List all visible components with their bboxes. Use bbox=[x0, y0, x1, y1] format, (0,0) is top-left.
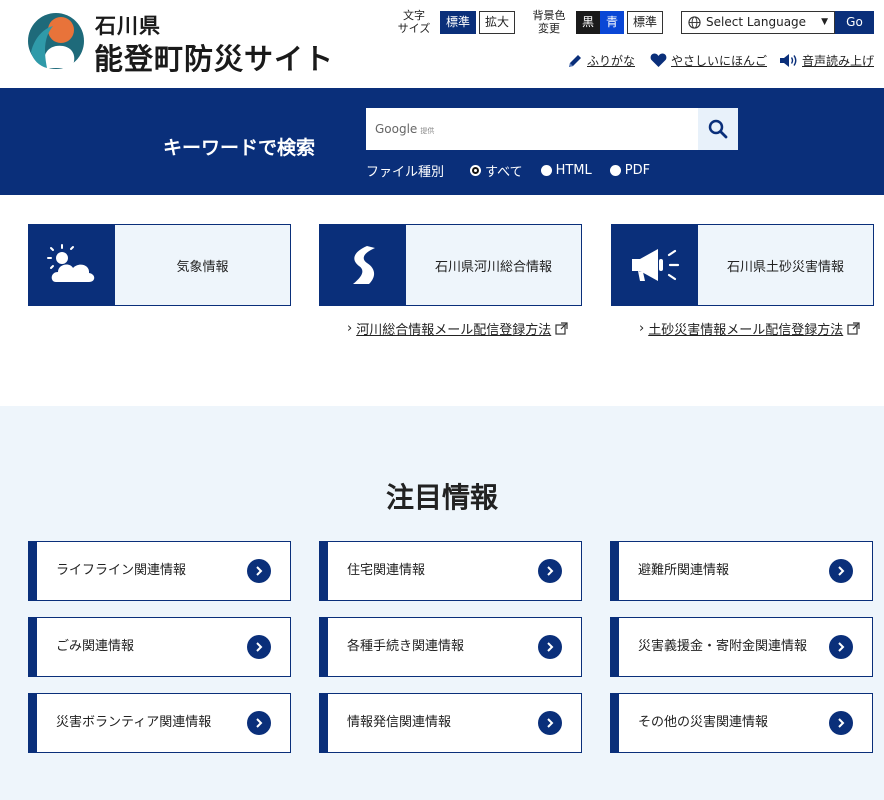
bg-standard-button[interactable]: 標準 bbox=[627, 11, 663, 34]
chevron-down-icon: ▼ bbox=[821, 17, 828, 27]
arrow-right-icon bbox=[538, 559, 562, 583]
furigana-label: ふりがな bbox=[587, 54, 636, 68]
search-input[interactable]: Google 提供 bbox=[366, 108, 698, 150]
globe-icon bbox=[688, 16, 701, 29]
language-select[interactable]: Select Language ▼ bbox=[681, 11, 835, 34]
weather-icon bbox=[47, 244, 95, 282]
search-button[interactable] bbox=[698, 108, 738, 150]
arrow-right-icon bbox=[829, 711, 853, 735]
language-select-label: Select Language bbox=[706, 15, 807, 29]
landslide-mail-registration-link[interactable]: › 土砂災害情報メール配信登録方法 bbox=[639, 319, 860, 338]
river-mail-registration-link[interactable]: › 河川総合情報メール配信登録方法 bbox=[347, 319, 568, 338]
furigana-link[interactable]: ふりがな bbox=[567, 52, 635, 69]
language-go-button[interactable]: Go bbox=[835, 11, 874, 34]
radio-checked-icon bbox=[470, 165, 482, 176]
bg-blue-button[interactable]: 青 bbox=[600, 11, 624, 34]
search-section: キーワードで検索 Google 提供 ファイル種別 すべて HTML PDF bbox=[0, 88, 884, 195]
chevron-right-icon: › bbox=[639, 321, 645, 336]
featured-item-other[interactable]: その他の災害関連情報 bbox=[610, 693, 873, 753]
featured-item-volunteer[interactable]: 災害ボランティア関連情報 bbox=[28, 693, 291, 753]
river-info-label: 石川県河川総合情報 bbox=[434, 259, 552, 275]
arrow-right-icon bbox=[538, 711, 562, 735]
featured-item-garbage[interactable]: ごみ関連情報 bbox=[28, 617, 291, 677]
font-size-label: 文字 サイズ bbox=[397, 9, 431, 35]
featured-item-donations[interactable]: 災害義援金・寄附金関連情報 bbox=[610, 617, 873, 677]
featured-title: 注目情報 bbox=[385, 481, 498, 514]
background-color-label: 背景色 変更 bbox=[532, 9, 566, 35]
featured-item-information[interactable]: 情報発信関連情報 bbox=[319, 693, 582, 753]
featured-item-evacuation[interactable]: 避難所関連情報 bbox=[610, 541, 873, 601]
river-info-card[interactable]: 石川県河川総合情報 bbox=[319, 224, 582, 306]
featured-item-lifeline[interactable]: ライフライン関連情報 bbox=[28, 541, 291, 601]
read-aloud-link[interactable]: 音声読み上げ bbox=[779, 52, 874, 69]
arrow-right-icon bbox=[247, 635, 271, 659]
filetype-radio-all[interactable]: すべて bbox=[470, 161, 523, 180]
heart-icon bbox=[650, 53, 667, 67]
easy-japanese-link[interactable]: やさしいにほんご bbox=[650, 52, 767, 69]
easy-japanese-label: やさしいにほんご bbox=[671, 54, 768, 68]
arrow-right-icon bbox=[247, 711, 271, 735]
filetype-options: ファイル種別 すべて HTML PDF bbox=[366, 161, 668, 180]
featured-item-housing[interactable]: 住宅関連情報 bbox=[319, 541, 582, 601]
chevron-right-icon: › bbox=[347, 321, 353, 336]
arrow-right-icon bbox=[247, 559, 271, 583]
site-header: 石川県 能登町防災サイト 文字 サイズ 標準 拡大 背景色 変更 黒 青 標準 … bbox=[0, 0, 884, 88]
site-title[interactable]: 能登町防災サイト bbox=[94, 36, 334, 78]
weather-info-label: 気象情報 bbox=[176, 259, 229, 275]
featured-item-procedures[interactable]: 各種手続き関連情報 bbox=[319, 617, 582, 677]
read-aloud-label: 音声読み上げ bbox=[802, 54, 875, 68]
external-link-icon bbox=[555, 322, 568, 335]
arrow-right-icon bbox=[829, 635, 853, 659]
arrow-right-icon bbox=[829, 559, 853, 583]
search-icon bbox=[708, 119, 728, 139]
landslide-info-card[interactable]: 石川県土砂災害情報 bbox=[611, 224, 874, 306]
font-size-standard-button[interactable]: 標準 bbox=[440, 11, 476, 34]
river-icon bbox=[353, 246, 375, 284]
bg-black-button[interactable]: 黒 bbox=[576, 11, 600, 34]
radio-icon bbox=[540, 165, 552, 176]
filetype-radio-html[interactable]: HTML bbox=[540, 163, 592, 178]
megaphone-icon bbox=[632, 249, 680, 281]
speaker-icon bbox=[780, 54, 797, 67]
search-heading: キーワードで検索 bbox=[163, 137, 316, 159]
arrow-right-icon bbox=[538, 635, 562, 659]
filetype-radio-pdf[interactable]: PDF bbox=[609, 163, 650, 178]
font-size-large-button[interactable]: 拡大 bbox=[479, 11, 515, 34]
weather-info-card[interactable]: 気象情報 bbox=[28, 224, 291, 306]
pencil-icon bbox=[569, 54, 581, 67]
site-logo-icon[interactable] bbox=[27, 12, 85, 70]
landslide-info-label: 石川県土砂災害情報 bbox=[726, 259, 844, 275]
external-link-icon bbox=[847, 322, 860, 335]
radio-icon bbox=[609, 165, 621, 176]
google-branding: Google 提供 bbox=[375, 122, 435, 136]
filetype-label: ファイル種別 bbox=[366, 165, 445, 180]
